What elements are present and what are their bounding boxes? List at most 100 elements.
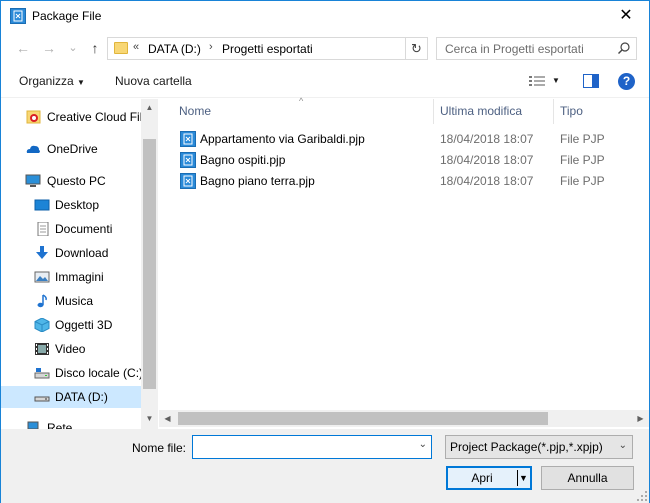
- sidebar-item-3d-objects[interactable]: Oggetti 3D: [1, 314, 141, 336]
- sidebar-item-desktop[interactable]: Desktop: [1, 194, 141, 216]
- navigation-pane-scrollbar[interactable]: ▲ ▼: [141, 99, 158, 429]
- file-row[interactable]: Bagno piano terra.pjp 18/04/2018 18:07 F…: [177, 171, 637, 191]
- scroll-down-icon[interactable]: ▼: [141, 410, 158, 427]
- resize-grip-icon[interactable]: [637, 491, 647, 501]
- music-icon: [37, 294, 47, 308]
- sidebar-item-video[interactable]: Video: [1, 338, 141, 360]
- file-type: File PJP: [560, 153, 605, 167]
- sidebar-item-label: Creative Cloud Fil: [47, 110, 143, 124]
- column-header-name[interactable]: Nome: [179, 99, 211, 124]
- drive-icon: [34, 396, 50, 402]
- column-divider[interactable]: [553, 99, 554, 124]
- close-icon: ✕: [619, 7, 633, 24]
- file-name: Bagno piano terra.pjp: [200, 174, 315, 188]
- sidebar-item-label: Immagini: [55, 270, 104, 284]
- navigation-pane: Creative Cloud Fil OneDrive Questo PC De…: [1, 99, 158, 429]
- file-type-filter-value: Project Package(*.pjp,*.xpjp): [450, 440, 603, 454]
- sidebar-item-documents[interactable]: Documenti: [1, 218, 141, 240]
- sidebar-item-download[interactable]: Download: [1, 242, 141, 264]
- scrollbar-thumb[interactable]: [178, 412, 548, 425]
- file-name: Bagno ospiti.pjp: [200, 153, 286, 167]
- sidebar-item-music[interactable]: Musica: [1, 290, 141, 312]
- sidebar-item-label: Desktop: [55, 198, 100, 212]
- recent-locations-button[interactable]: ⌄: [63, 38, 83, 58]
- drive-icon: [34, 368, 50, 379]
- sidebar-item-label: Oggetti 3D: [55, 318, 113, 332]
- sidebar-item-label: OneDrive: [47, 142, 98, 156]
- forward-arrow-icon: →: [42, 40, 56, 56]
- breadcrumb-separator-icon: ›: [209, 41, 213, 53]
- organize-button[interactable]: Organizza ▼: [19, 74, 85, 88]
- open-options-chevron-icon[interactable]: ▼: [519, 467, 528, 489]
- refresh-icon: ↻: [411, 41, 422, 56]
- up-button[interactable]: ↑: [85, 38, 105, 58]
- search-input[interactable]: Cerca in Progetti esportati: [436, 37, 637, 60]
- window-title: Package File: [32, 9, 102, 23]
- search-placeholder: Cerca in Progetti esportati: [445, 42, 584, 56]
- column-header-modified[interactable]: Ultima modifica: [440, 99, 522, 124]
- file-type-filter[interactable]: Project Package(*.pjp,*.xpjp) ⌄: [445, 435, 633, 459]
- address-bar[interactable]: « DATA (D:) › Progetti esportati ↻: [107, 37, 428, 60]
- chevron-down-icon: ⌄: [618, 440, 627, 451]
- view-options-chevron-icon[interactable]: ▼: [552, 76, 560, 85]
- back-arrow-icon: ←: [16, 40, 30, 56]
- open-button-label: Apri: [471, 471, 493, 485]
- back-button[interactable]: ←: [13, 38, 33, 58]
- documents-icon: [37, 222, 49, 236]
- file-row[interactable]: Appartamento via Garibaldi.pjp 18/04/201…: [177, 129, 637, 149]
- folder-icon: [114, 42, 128, 54]
- refresh-button[interactable]: ↻: [405, 38, 427, 59]
- help-icon: ?: [622, 74, 631, 88]
- sidebar-item-label: Video: [55, 342, 86, 356]
- scrollbar-thumb[interactable]: [143, 139, 156, 389]
- scroll-up-icon[interactable]: ▲: [141, 99, 158, 116]
- file-name: Appartamento via Garibaldi.pjp: [200, 132, 365, 146]
- sidebar-item-creative-cloud[interactable]: Creative Cloud Fil: [1, 106, 143, 128]
- sidebar-item-local-disk-c[interactable]: Disco locale (C:): [1, 362, 143, 384]
- view-details-icon[interactable]: [529, 75, 545, 87]
- sort-ascending-icon: ^: [299, 96, 304, 106]
- sidebar-item-label: Download: [55, 246, 109, 260]
- forward-button[interactable]: →: [39, 38, 59, 58]
- close-button[interactable]: ✕: [603, 1, 649, 31]
- scroll-right-icon[interactable]: ▶: [632, 410, 649, 427]
- search-icon: [618, 42, 630, 54]
- sidebar-item-data-d[interactable]: DATA (D:): [1, 386, 141, 408]
- scroll-left-icon[interactable]: ◀: [159, 410, 176, 427]
- file-modified: 18/04/2018 18:07: [440, 174, 534, 188]
- video-icon: [35, 343, 49, 355]
- split-divider: [517, 470, 518, 486]
- sidebar-item-this-pc[interactable]: Questo PC: [1, 170, 141, 192]
- sidebar-item-onedrive[interactable]: OneDrive: [1, 138, 141, 160]
- preview-pane-icon[interactable]: [583, 74, 599, 88]
- breadcrumb-progetti-esportati[interactable]: Progetti esportati: [222, 42, 313, 56]
- sidebar-item-pictures[interactable]: Immagini: [1, 266, 141, 288]
- file-list-horizontal-scrollbar[interactable]: ◀ ▶: [159, 410, 649, 427]
- column-divider[interactable]: [433, 99, 434, 124]
- sidebar-item-label: Questo PC: [47, 174, 106, 188]
- network-icon: [27, 421, 39, 429]
- help-button[interactable]: ?: [618, 73, 635, 90]
- breadcrumb-data-drive[interactable]: DATA (D:): [148, 42, 201, 56]
- navigation-row: ← → ⌄ ↑ « DATA (D:) › Progetti esportati…: [1, 32, 649, 64]
- sidebar-item-label: DATA (D:): [55, 390, 108, 404]
- up-arrow-icon: ↑: [91, 40, 99, 56]
- breadcrumb-overflow[interactable]: «: [133, 41, 139, 53]
- pjp-file-icon: [180, 173, 196, 189]
- open-button[interactable]: Apri ▼: [446, 466, 532, 490]
- filename-label: Nome file:: [132, 441, 187, 455]
- creative-cloud-icon: [26, 110, 41, 124]
- cancel-button[interactable]: Annulla: [541, 466, 634, 490]
- file-row[interactable]: Bagno ospiti.pjp 18/04/2018 18:07 File P…: [177, 150, 637, 170]
- sidebar-item-label: Rete: [47, 421, 73, 429]
- filename-field[interactable]: ⌄: [192, 435, 432, 459]
- filename-input[interactable]: [195, 438, 405, 456]
- chevron-down-icon[interactable]: ⌄: [419, 439, 427, 450]
- file-modified: 18/04/2018 18:07: [440, 153, 534, 167]
- file-type: File PJP: [560, 174, 605, 188]
- column-header-type[interactable]: Tipo: [560, 99, 583, 124]
- new-folder-button[interactable]: Nuova cartella: [115, 74, 192, 88]
- pjp-file-icon: [180, 131, 196, 147]
- chevron-down-icon: ▼: [77, 78, 85, 87]
- sidebar-item-network[interactable]: Rete: [1, 417, 141, 429]
